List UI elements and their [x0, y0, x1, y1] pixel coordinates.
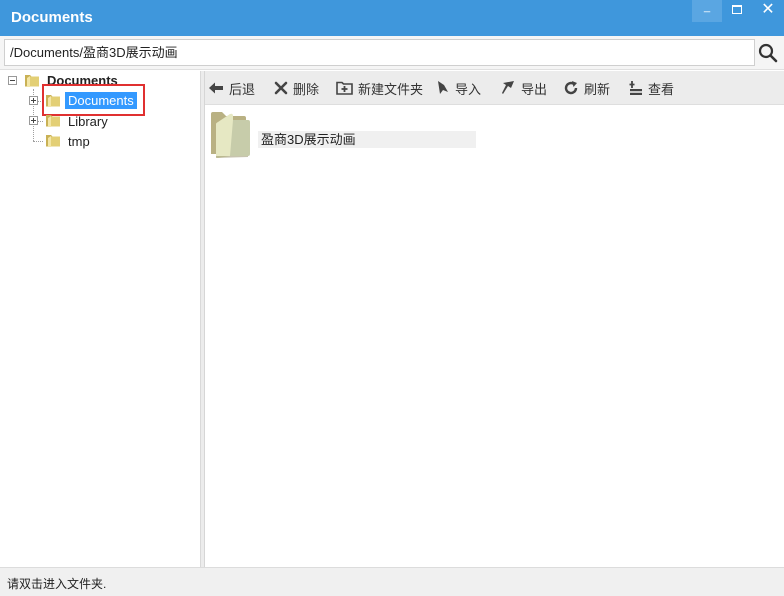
- new-folder-label: 新建文件夹: [358, 81, 424, 97]
- import-label: 导入: [455, 81, 482, 97]
- toolbar: 后退 删除 新建文件夹 导入 导出 刷新 查看: [205, 71, 784, 105]
- tree-item-tmp[interactable]: tmp: [68, 134, 90, 149]
- status-bar: 请双击进入文件夹.: [0, 567, 784, 596]
- search-icon: [758, 43, 778, 63]
- folder-icon: [46, 135, 60, 147]
- file-name: 盈商3D展示动画: [258, 131, 476, 148]
- refresh-icon: [564, 81, 578, 95]
- close-icon: ✕: [761, 1, 775, 18]
- maximize-button[interactable]: [722, 0, 752, 22]
- delete-button[interactable]: 删除: [274, 79, 319, 97]
- delete-label: 删除: [293, 81, 320, 97]
- expand-icon[interactable]: [29, 96, 38, 105]
- view-options-icon: [629, 81, 642, 95]
- file-browser-window: Documents _ ✕ /Documents/盈商3D展示动画 Docume…: [0, 0, 784, 596]
- tree-item-library[interactable]: Library: [68, 114, 108, 129]
- tree-connector: [33, 141, 43, 142]
- title-bar: Documents _ ✕: [0, 0, 784, 36]
- folder-icon: [25, 75, 39, 87]
- refresh-button[interactable]: 刷新: [563, 79, 610, 97]
- arrow-left-icon: [209, 82, 223, 94]
- import-icon: [438, 81, 448, 94]
- back-label: 后退: [229, 81, 256, 97]
- export-label: 导出: [521, 81, 548, 97]
- view-button[interactable]: 查看: [629, 79, 674, 97]
- folder-tree: Documents Documents Library tmp: [0, 71, 201, 567]
- search-button[interactable]: [758, 43, 778, 63]
- view-label: 查看: [648, 81, 675, 97]
- list-item[interactable]: 盈商3D展示动画: [208, 110, 476, 160]
- import-button[interactable]: 导入: [436, 79, 481, 97]
- path-input[interactable]: /Documents/盈商3D展示动画: [4, 39, 755, 66]
- window-title: Documents: [11, 9, 93, 26]
- new-folder-icon: [336, 81, 353, 95]
- file-list: 盈商3D展示动画: [205, 105, 784, 567]
- maximize-icon: [732, 5, 742, 14]
- collapse-icon[interactable]: [8, 76, 17, 85]
- new-folder-button[interactable]: 新建文件夹: [336, 79, 423, 97]
- folder-icon: [211, 112, 250, 158]
- status-text: 请双击进入文件夹.: [7, 577, 107, 591]
- minimize-icon: _: [703, 1, 711, 13]
- minimize-button[interactable]: _: [692, 0, 722, 22]
- path-bar: /Documents/盈商3D展示动画: [0, 36, 784, 70]
- back-button[interactable]: 后退: [208, 79, 255, 97]
- delete-icon: [274, 81, 288, 95]
- folder-icon: [46, 115, 60, 127]
- expand-icon[interactable]: [29, 116, 38, 125]
- export-icon: [502, 81, 514, 94]
- export-button[interactable]: 导出: [500, 79, 547, 97]
- close-button[interactable]: ✕: [753, 0, 783, 22]
- refresh-label: 刷新: [584, 81, 611, 97]
